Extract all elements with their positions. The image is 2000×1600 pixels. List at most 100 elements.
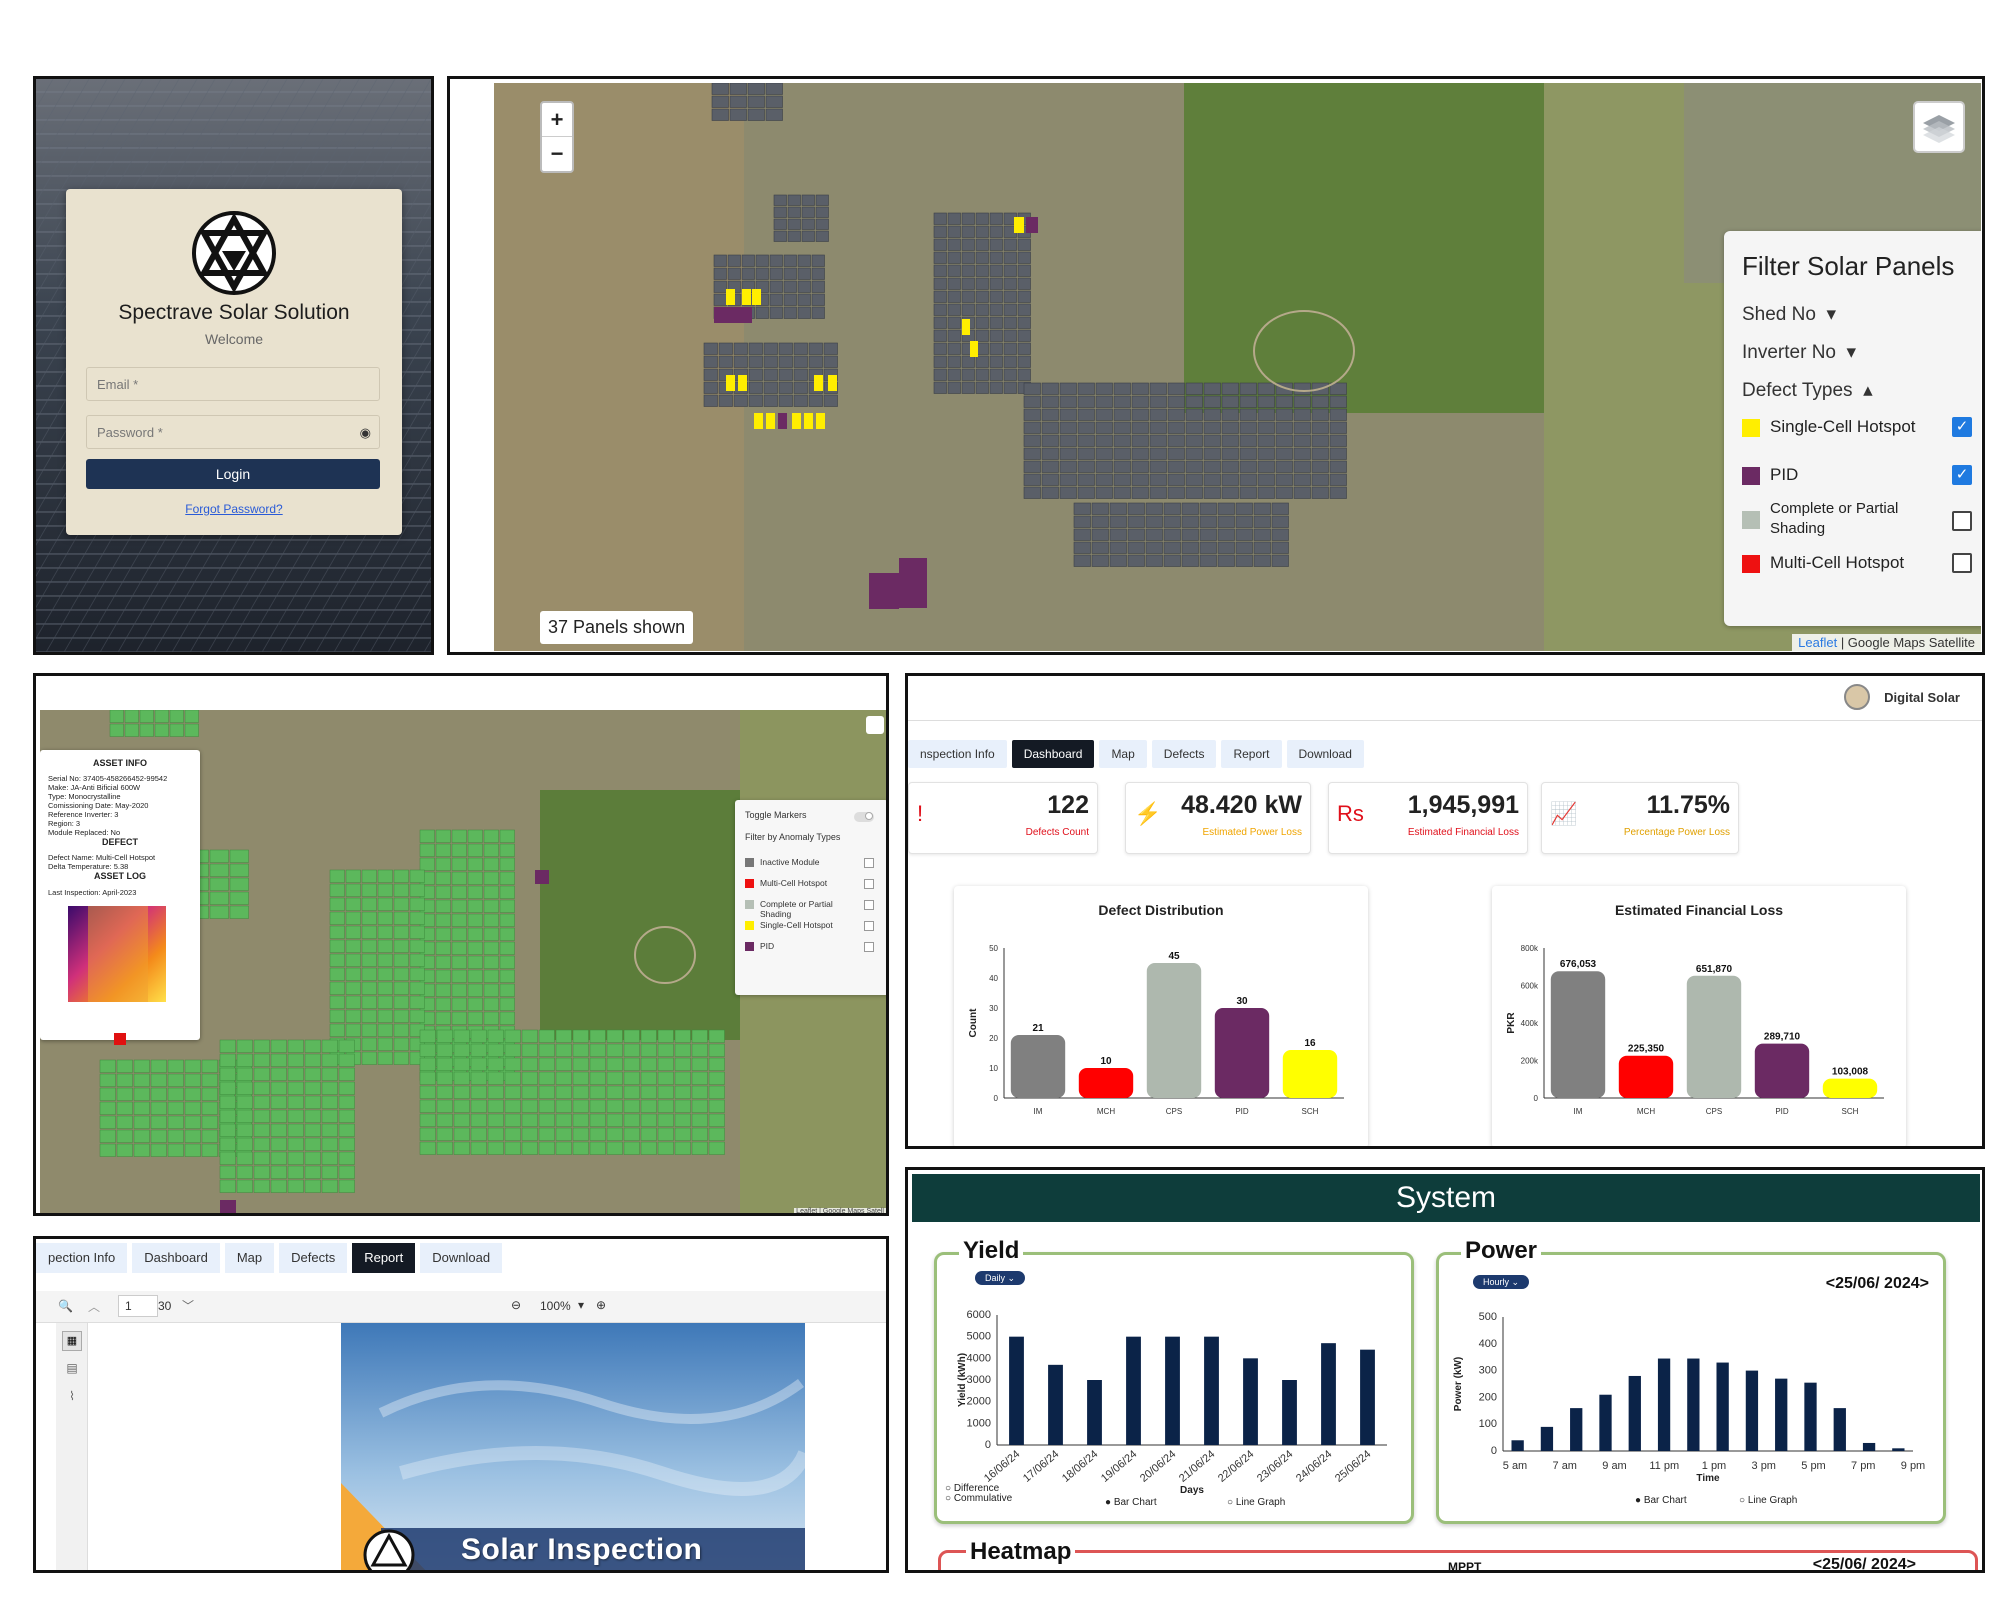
solar-panel	[755, 267, 769, 280]
solar-panel	[436, 1127, 453, 1141]
zoom-in-button[interactable]: +	[542, 103, 572, 137]
thumbnails-icon[interactable]: ▦	[62, 1331, 82, 1351]
filter-anomaly-label: Filter by Anomaly Types	[745, 832, 841, 842]
zoom-out-button[interactable]: −	[542, 137, 572, 171]
solar-panel	[1163, 515, 1181, 528]
user-name[interactable]: Digital Solar	[1884, 690, 1960, 705]
y-tick-label: 3000	[967, 1374, 991, 1386]
power-interval-select[interactable]: Hourly ⌄	[1473, 1275, 1530, 1289]
solar-panel	[765, 108, 783, 121]
solar-panel	[1041, 447, 1059, 460]
toggle-knob	[865, 812, 873, 820]
tab-dashboard[interactable]: Dashboard	[1011, 740, 1095, 768]
solar-panel	[304, 1081, 321, 1095]
solar-panel	[1023, 460, 1041, 473]
solar-panel	[361, 1037, 377, 1051]
kpi-value: 11.75%	[1646, 791, 1730, 819]
bar	[1010, 1035, 1066, 1098]
tab-report[interactable]: Report	[1221, 740, 1282, 768]
checkbox-shading[interactable]	[1952, 511, 1972, 531]
satellite-map[interactable]: + − 37 Panels shown Filter Solar Panels …	[494, 83, 1981, 651]
checkbox-single-cell-hotspot[interactable]: ✓	[1952, 417, 1972, 437]
zoom-level[interactable]: 100%	[540, 1299, 571, 1313]
kpi-value: 1,945,991	[1407, 791, 1519, 819]
page-number-input[interactable]: 1	[118, 1295, 158, 1317]
checkbox-pid[interactable]: ✓	[1952, 465, 1972, 485]
solar-panel	[409, 967, 425, 981]
caret-down-icon[interactable]: ▾	[578, 1298, 584, 1312]
tab-defects[interactable]: Defects	[279, 1243, 348, 1273]
selected-panel-marker[interactable]	[114, 1033, 126, 1045]
solar-panel	[769, 280, 783, 293]
x-axis-label: Time	[1696, 1473, 1720, 1484]
zoom-out-icon[interactable]: ⊖	[511, 1298, 521, 1312]
solar-panel	[451, 857, 467, 871]
dashboard-tabs: nspection Info Dashboard Map Defects Report D…	[908, 740, 1369, 768]
inverter-no-dropdown[interactable]: Inverter No ▾	[1742, 341, 1856, 364]
chevron-down-icon[interactable]: ﹀	[182, 1297, 194, 1314]
swatch-shading	[1742, 511, 1760, 529]
tab-defects[interactable]: Defects	[1151, 740, 1217, 768]
search-icon[interactable]: 🔍	[58, 1299, 73, 1313]
asset-serial: Serial No: 37405-458266452-99542	[48, 774, 168, 783]
anomaly-checkbox[interactable]	[864, 921, 874, 931]
leaflet-link[interactable]: Leaflet	[1798, 635, 1837, 650]
solar-panel	[467, 997, 483, 1011]
email-field[interactable]: Email *	[86, 367, 380, 401]
yield-interval-select[interactable]: Daily ⌄	[975, 1271, 1026, 1285]
layers-button[interactable]	[866, 716, 884, 734]
solar-panel	[436, 1141, 453, 1155]
solar-panel	[287, 1179, 304, 1193]
attachment-icon[interactable]: ⌇	[62, 1389, 82, 1409]
zoom-in-icon[interactable]: ⊕	[596, 1298, 606, 1312]
shed-no-dropdown[interactable]: Shed No ▾	[1742, 303, 1836, 326]
eye-icon[interactable]: ◉	[360, 425, 371, 441]
defect-types-dropdown[interactable]: Defect Types ▴	[1742, 379, 1873, 402]
solar-panel	[1221, 408, 1239, 421]
tab-download[interactable]: Download	[1286, 740, 1364, 768]
tab-pection-info[interactable]: pection Info	[36, 1243, 128, 1273]
filter-item-multi-cell-hotspot[interactable]: Multi-Cell Hotspot	[1742, 553, 1972, 575]
outline-icon[interactable]: ▤	[62, 1361, 82, 1381]
asset-satellite-map[interactable]: ASSET INFO Serial No: 37405-458266452-99…	[40, 710, 886, 1213]
solar-panel	[393, 995, 409, 1009]
x-tick-label: 7 am	[1553, 1460, 1577, 1472]
power-date-nav[interactable]: <25/06/ 2024>	[1826, 1275, 1929, 1293]
login-button[interactable]: Login	[86, 459, 380, 489]
filter-item-shading[interactable]: Complete or Partial Shading	[1742, 499, 1972, 543]
kpi-card: ⚡ 48.420 kW Estimated Power Loss	[1125, 782, 1311, 854]
filter-item-pid[interactable]: PID ✓	[1742, 465, 1972, 487]
password-field[interactable]: Password * ◉	[86, 415, 380, 449]
solar-panel	[1023, 447, 1041, 460]
filter-item-single-cell-hotspot[interactable]: Single-Cell Hotspot ✓	[1742, 417, 1972, 439]
anomaly-checkbox[interactable]	[864, 858, 874, 868]
toggle-markers-switch[interactable]	[854, 812, 874, 822]
solar-panel	[1293, 421, 1311, 434]
kpi-icon: Rs	[1337, 801, 1364, 826]
solar-panel	[1131, 486, 1149, 499]
solar-panel	[393, 897, 409, 911]
tab-map[interactable]: Map	[1099, 740, 1147, 768]
solar-panel	[1041, 460, 1059, 473]
solar-panel	[467, 899, 483, 913]
bar	[1687, 1358, 1700, 1451]
layers-button[interactable]	[1913, 101, 1965, 153]
tab-report[interactable]: Report	[352, 1243, 416, 1273]
tab-download[interactable]: Download	[420, 1243, 503, 1273]
solar-panel	[623, 1029, 640, 1043]
tab-map[interactable]: Map	[224, 1243, 275, 1273]
forgot-password-link[interactable]: Forgot Password?	[66, 502, 402, 516]
tab-nspection-info[interactable]: nspection Info	[908, 740, 1007, 768]
solar-panel	[572, 1071, 589, 1085]
anomaly-checkbox[interactable]	[864, 879, 874, 889]
solar-panel	[555, 1029, 572, 1043]
avatar[interactable]	[1844, 684, 1870, 710]
tab-dashboard[interactable]: Dashboard	[132, 1243, 220, 1273]
anomaly-checkbox[interactable]	[864, 942, 874, 952]
solar-panel	[1059, 382, 1077, 395]
checkbox-multi-cell-hotspot[interactable]	[1952, 553, 1972, 573]
chevron-up-icon[interactable]: ︿	[88, 1298, 100, 1315]
anomaly-checkbox[interactable]	[864, 900, 874, 910]
solar-panel	[1275, 447, 1293, 460]
heatmap-date-nav[interactable]: <25/06/ 2024>	[1813, 1556, 1916, 1570]
